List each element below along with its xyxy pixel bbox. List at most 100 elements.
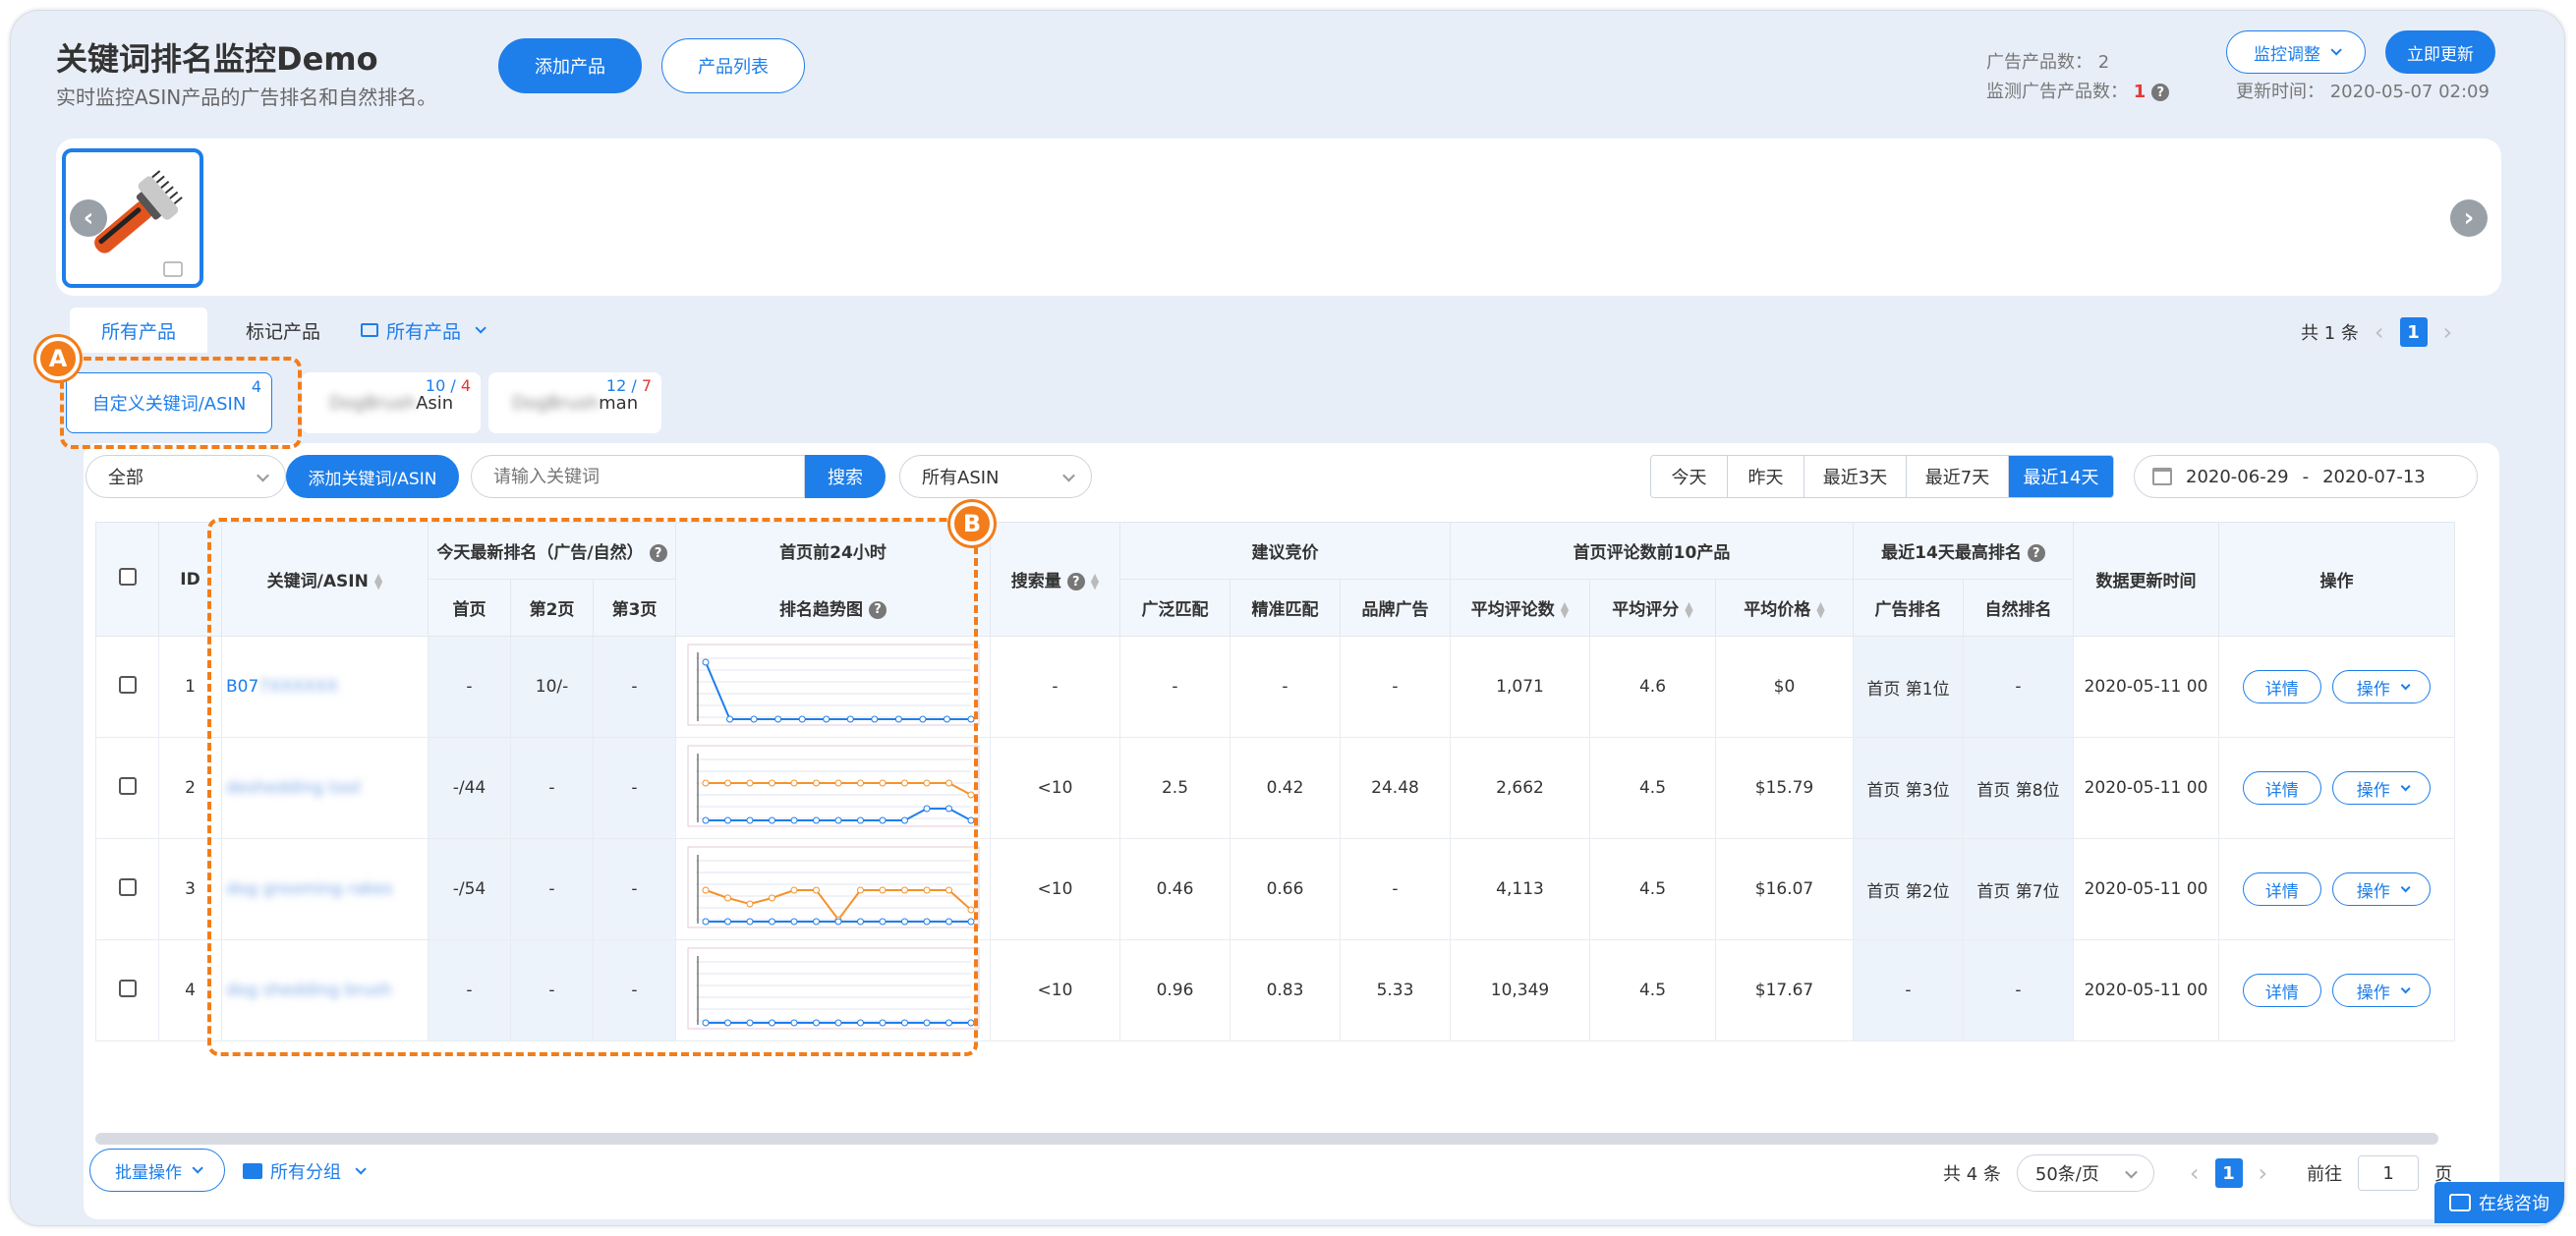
carousel-prev-icon[interactable]: ‹ (70, 199, 107, 237)
organic-trend-point (834, 779, 841, 786)
organic-trend-point (923, 779, 930, 786)
table-horizontal-scrollbar[interactable] (95, 1133, 2438, 1145)
ops-dropdown-button[interactable]: 操作 (2332, 771, 2432, 805)
next-page-icon[interactable]: › (2259, 1159, 2268, 1187)
row-ad-rank: 首页 第3位 (1853, 737, 1964, 839)
prev-page-icon[interactable]: ‹ (2190, 1159, 2200, 1187)
sort-icon[interactable]: ▲ ▼ (1561, 600, 1569, 619)
help-icon[interactable]: ? (2027, 544, 2045, 562)
col-avg-price[interactable]: 平均价格 ▲ ▼ (1715, 579, 1854, 637)
organic-trend-point (746, 779, 753, 786)
top-pagination: 共 1 条 ‹ 1 › (2301, 317, 2452, 347)
carousel-next-icon[interactable]: › (2450, 199, 2488, 237)
row-checkbox[interactable] (118, 675, 137, 694)
online-chat-button[interactable]: 在线咨询 (2434, 1182, 2564, 1223)
row-checkbox[interactable] (118, 979, 137, 997)
goto-page-input[interactable]: 1 (2358, 1155, 2420, 1191)
row-ops: 详情 操作 (2218, 737, 2455, 839)
search-button[interactable]: 搜索 (805, 455, 886, 498)
col-avg-rating[interactable]: 平均评分 ▲ ▼ (1589, 579, 1716, 637)
row-keyword[interactable]: dog shedding brush (221, 939, 429, 1041)
row-checkbox[interactable] (118, 776, 137, 795)
detail-button[interactable]: 详情 (2242, 771, 2321, 805)
update-time-stat: 更新时间： 2020-05-07 02:09 (2236, 78, 2490, 103)
detail-button[interactable]: 详情 (2242, 872, 2321, 906)
row-keyword[interactable]: deshedding tool (221, 737, 429, 839)
row-rank-page2: - (510, 939, 594, 1041)
ad-trend-point (967, 816, 974, 823)
ad-trend-point (723, 918, 731, 925)
range-7d[interactable]: 最近7天 (1907, 456, 2009, 497)
current-page[interactable]: 1 (2214, 1158, 2243, 1188)
col-page1: 首页 (428, 579, 511, 637)
batch-ops-button[interactable]: 批量操作 (89, 1149, 225, 1192)
row-avg-reviews: 2,662 (1450, 737, 1590, 839)
rank-trend-chart (687, 644, 979, 725)
col-avg-reviews[interactable]: 平均评论数 ▲ ▼ (1450, 579, 1590, 637)
kw-tab-label: man (599, 392, 639, 414)
ad-trend-point (798, 715, 806, 722)
prev-page-icon[interactable]: ‹ (2375, 318, 2384, 346)
sort-icon[interactable]: ▲ ▼ (1685, 600, 1692, 619)
col-updated: 数据更新时间 (2073, 522, 2219, 637)
keyword-table: ID 关键词/ASIN ▲ ▼ 今天最新排名（广告/自然）? 首页前24小时 搜索量… (95, 522, 2455, 1041)
page-size-select[interactable]: 50条/页 (2016, 1154, 2154, 1192)
group-filter-dropdown[interactable]: 所有产品 (361, 308, 518, 353)
help-icon[interactable]: ? (649, 544, 667, 562)
help-icon[interactable]: ? (2151, 84, 2170, 101)
next-page-icon[interactable]: › (2443, 318, 2453, 346)
row-keyword[interactable]: B077XXXXXX (221, 636, 429, 738)
range-yesterday[interactable]: 昨天 (1728, 456, 1804, 497)
kw-tab-asin[interactable]: DogBrush Asin 10 / 4 (302, 372, 481, 433)
row-updated: 2020-05-11 00 (2073, 838, 2219, 940)
row-rank-page1: -/54 (428, 838, 511, 940)
col-keyword[interactable]: 关键词/ASIN ▲ ▼ (221, 522, 429, 637)
range-14d[interactable]: 最近14天 (2009, 456, 2113, 497)
monitor-adjust-button[interactable]: 监控调整 (2226, 30, 2366, 74)
help-icon[interactable]: ? (869, 600, 887, 619)
detail-button[interactable]: 详情 (2242, 670, 2321, 703)
col-search-volume-label: 搜索量 (1010, 572, 1061, 591)
date-range-picker[interactable]: 2020-06-29 - 2020-07-13 (2134, 455, 2478, 498)
kw-tab-custom[interactable]: 自定义关键词/ASIN 4 (66, 372, 272, 433)
range-today[interactable]: 今天 (1651, 456, 1728, 497)
ops-dropdown-button[interactable]: 操作 (2332, 974, 2432, 1007)
ad-trend-point (702, 918, 709, 925)
ad-trend-point (846, 715, 854, 722)
row-keyword[interactable]: dog grooming rakes (221, 838, 429, 940)
row-checkbox[interactable] (118, 877, 137, 896)
range-3d[interactable]: 最近3天 (1804, 456, 1907, 497)
add-keyword-button[interactable]: 添加关键词/ASIN (286, 455, 459, 498)
sort-icon[interactable]: ▲ ▼ (1091, 572, 1099, 590)
tab-all-products[interactable]: 所有产品 (70, 308, 207, 353)
chevron-down-icon (2330, 44, 2342, 56)
group-dropdown[interactable]: 所有分组 (243, 1158, 367, 1184)
asin-filter-select[interactable]: 所有ASIN (899, 455, 1092, 498)
ad-trend-point (923, 805, 930, 812)
help-icon[interactable]: ? (1066, 573, 1085, 590)
tab-marked-products[interactable]: 标记产品 (219, 308, 347, 353)
ad-trend-point (967, 1019, 974, 1026)
add-product-button[interactable]: 添加产品 (498, 38, 642, 93)
ops-dropdown-button[interactable]: 操作 (2332, 670, 2432, 703)
status-filter-select[interactable]: 全部 (86, 455, 286, 498)
select-all-checkbox[interactable] (118, 568, 137, 586)
update-now-button[interactable]: 立即更新 (2385, 30, 2495, 74)
sort-icon[interactable]: ▲ ▼ (374, 572, 382, 590)
product-carousel: ‹ › (56, 139, 2501, 296)
col-brand: 品牌广告 (1340, 579, 1451, 637)
row-bid-exact: - (1230, 636, 1341, 738)
kw-tab-man[interactable]: DogBrush man 12 / 7 (488, 372, 661, 433)
row-updated: 2020-05-11 00 (2073, 939, 2219, 1041)
ad-trend-point (856, 918, 864, 925)
row-keyword-text: B07 (226, 677, 259, 697)
detail-button[interactable]: 详情 (2242, 974, 2321, 1007)
current-page[interactable]: 1 (2399, 317, 2428, 347)
keyword-search-input[interactable] (471, 455, 805, 498)
product-list-button[interactable]: 产品列表 (661, 38, 805, 93)
col-search-volume[interactable]: 搜索量? ▲ ▼ (990, 522, 1120, 637)
ops-dropdown-button[interactable]: 操作 (2332, 872, 2432, 906)
sort-icon[interactable]: ▲ ▼ (1816, 600, 1824, 619)
row-bid-broad: 2.5 (1119, 737, 1231, 839)
col-avg-price-label: 平均价格 (1744, 600, 1811, 620)
